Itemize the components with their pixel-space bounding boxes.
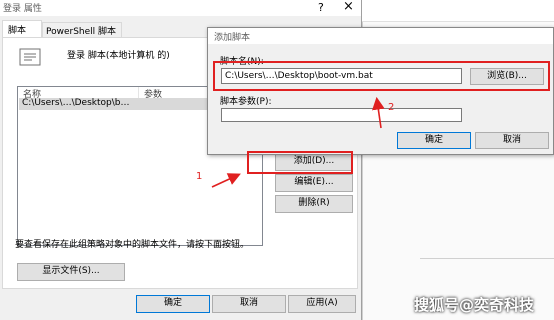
watermark: 搜狐号@奕奇科技 <box>414 296 535 314</box>
annotation-label-one: 1 <box>196 171 203 182</box>
annotation-label-two: 2 <box>388 102 395 113</box>
arrow-one <box>211 173 241 188</box>
arrow-two <box>372 96 385 129</box>
annotation-arrows <box>211 96 385 188</box>
